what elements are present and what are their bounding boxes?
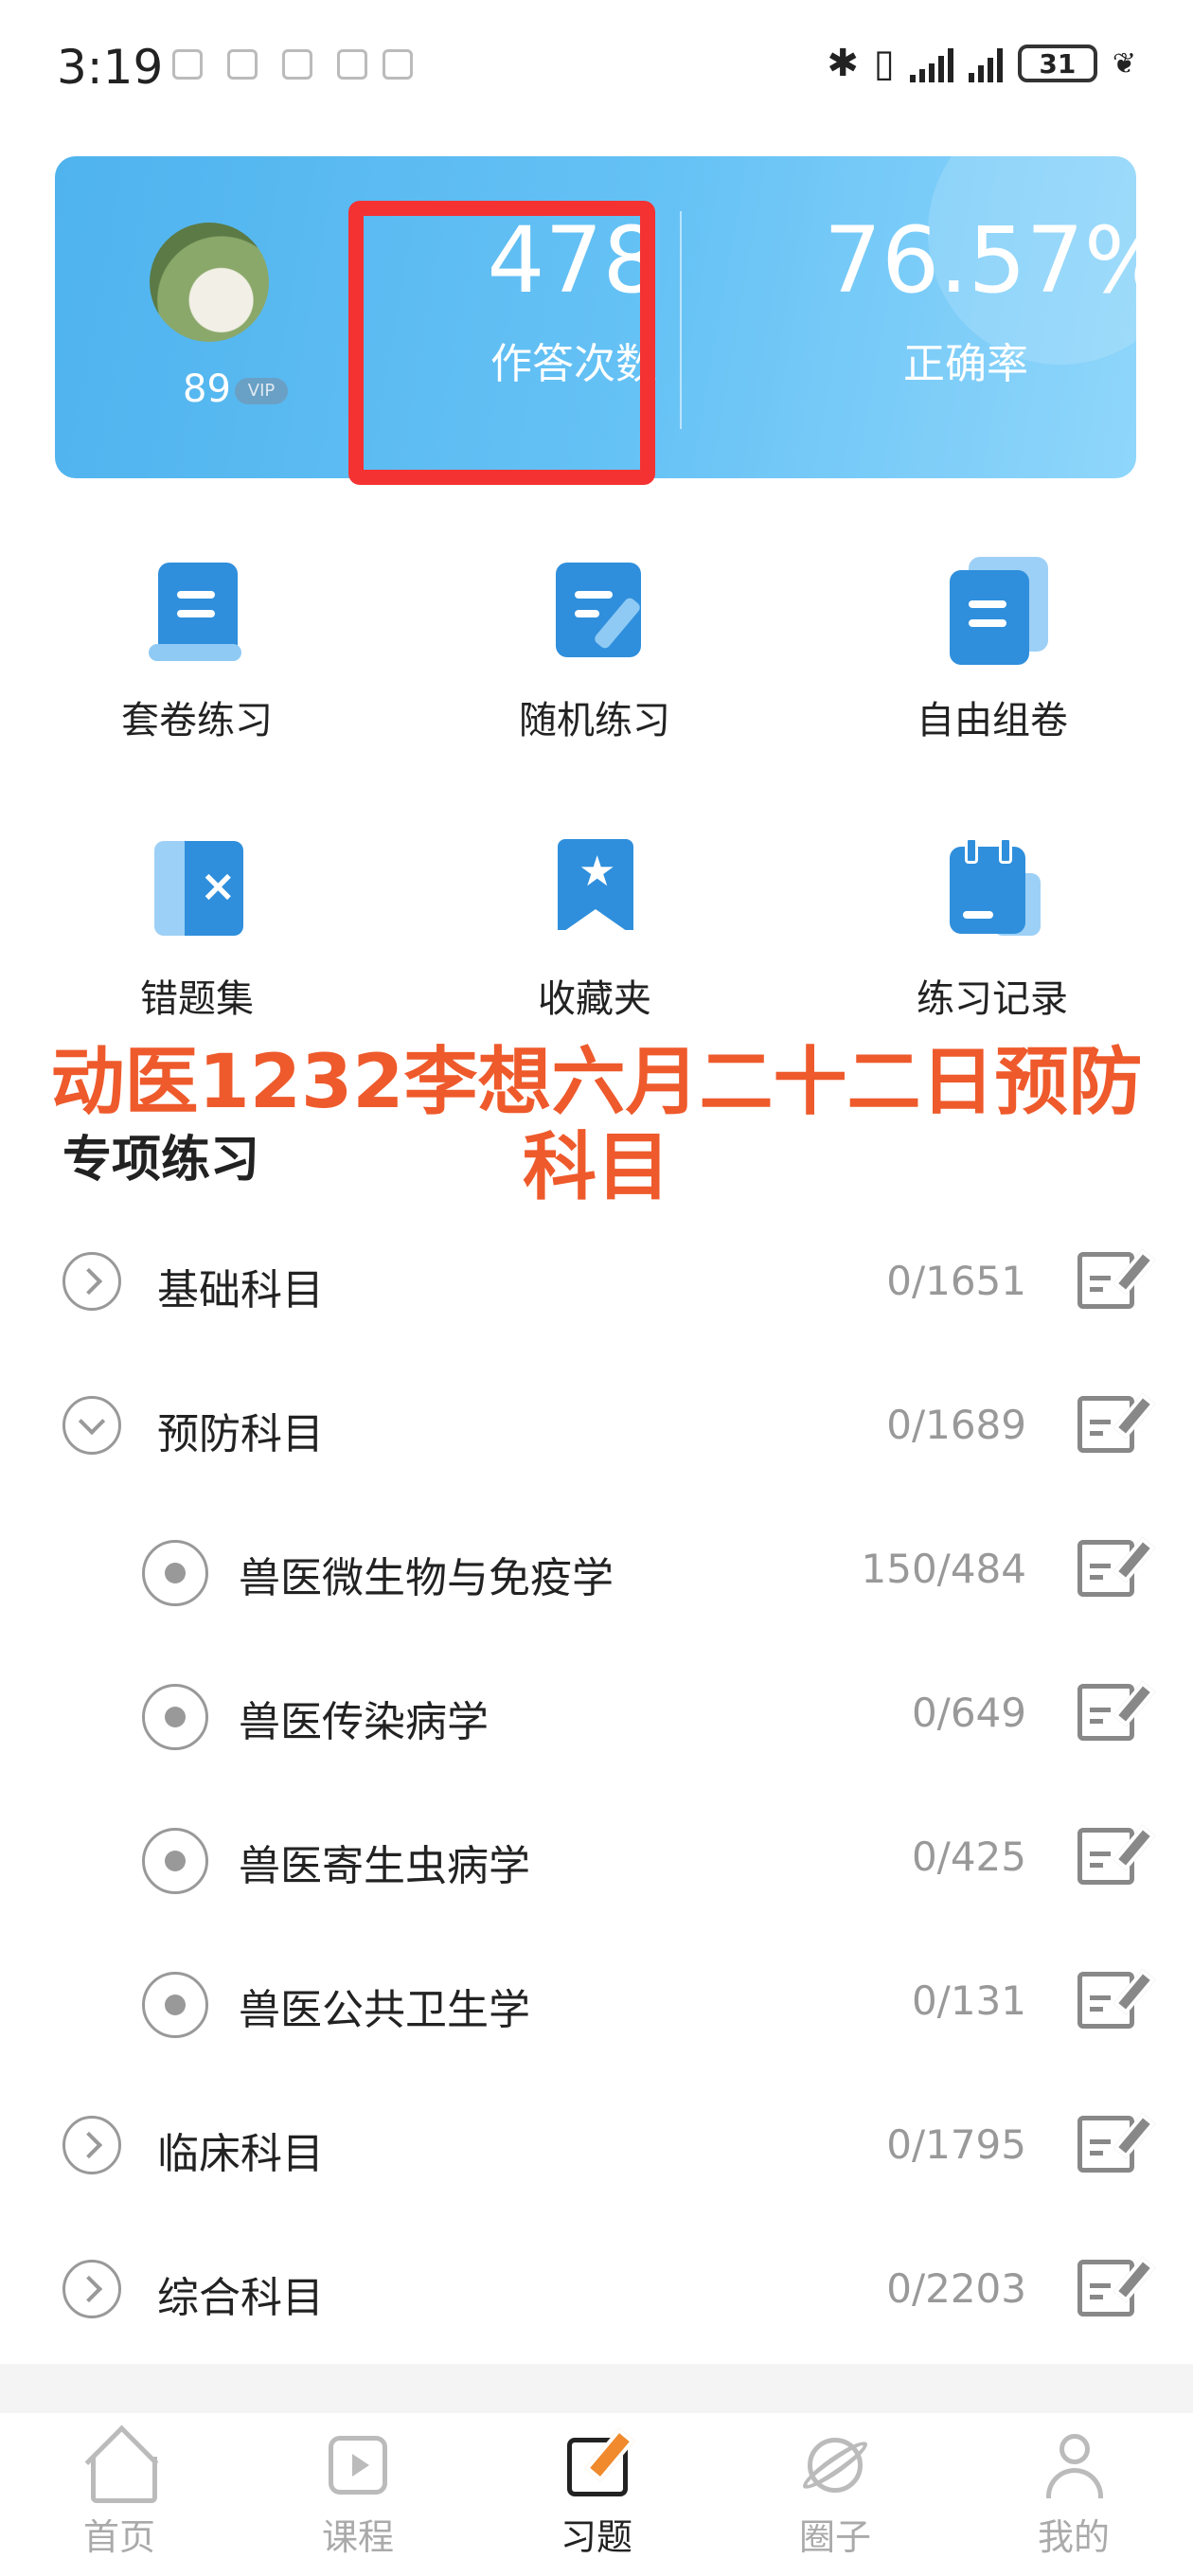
nav-course[interactable]: 课程	[239, 2413, 477, 2576]
subject-count: 0/1795	[886, 2121, 1026, 2168]
star-bookmark-icon: ★	[543, 835, 647, 939]
feature-paper-practice[interactable]: 套卷练习	[55, 557, 339, 744]
avatar[interactable]	[150, 223, 269, 342]
target-icon	[142, 1540, 208, 1606]
nav-circle[interactable]: 圈子	[716, 2413, 954, 2576]
subject-count: 0/131	[911, 1977, 1026, 2024]
target-icon	[142, 1684, 208, 1750]
subject-row-clinical[interactable]: 临床科目 0/1795	[0, 2072, 1193, 2216]
subject-row-prevention[interactable]: 预防科目 0/1689	[0, 1352, 1193, 1496]
edit-icon[interactable]	[1077, 2112, 1156, 2173]
nav-label: 我的	[1037, 2516, 1110, 2558]
subject-label: 综合科目	[157, 2274, 324, 2322]
overlay-annotation-text: 动医1232李想六月二十二日预防科目	[50, 1040, 1143, 1210]
feature-custom-paper[interactable]: 自由组卷	[850, 557, 1134, 744]
subject-label: 兽医公共卫生学	[239, 1986, 530, 2034]
notification-icon	[337, 49, 367, 80]
leaf-icon: ❦	[1112, 46, 1136, 80]
target-icon	[142, 1972, 208, 2038]
nav-label: 习题	[560, 2516, 632, 2558]
nav-label: 圈子	[798, 2516, 871, 2558]
feature-label: 收藏夹	[538, 977, 651, 1021]
feature-random-practice[interactable]: 随机练习	[453, 557, 737, 744]
exercise-edit-icon	[561, 2427, 635, 2500]
battery-level: 31	[1039, 47, 1077, 80]
subject-label: 预防科目	[157, 1410, 324, 1458]
feature-label: 随机练习	[519, 699, 670, 742]
signal-icon	[968, 45, 1003, 82]
user-level: 89	[183, 367, 231, 411]
status-bar: 3:19 ✱ ▯ 31 ❦	[0, 0, 1193, 133]
subject-row-basic[interactable]: 基础科目 0/1651	[0, 1208, 1193, 1352]
notification-icon	[282, 49, 312, 80]
subject-count: 0/649	[911, 1690, 1026, 1736]
signal-icon	[909, 45, 953, 82]
accuracy-stat[interactable]: 76.57% 正确率	[824, 207, 1136, 390]
accuracy-value: 76.57%	[824, 207, 1136, 313]
subject-count: 0/425	[911, 1834, 1026, 1880]
feature-label: 套卷练习	[121, 699, 273, 742]
notification-icon	[227, 49, 258, 80]
stacked-doc-icon	[940, 557, 1048, 665]
target-icon	[142, 1828, 208, 1894]
list-footer-gap	[0, 2364, 1193, 2413]
edit-icon[interactable]	[1077, 1392, 1156, 1453]
feature-label: 错题集	[140, 977, 254, 1021]
accuracy-label: 正确率	[903, 340, 1028, 388]
vip-badge: VIP	[235, 378, 288, 404]
subject-count: 0/1689	[886, 1402, 1026, 1448]
chevron-down-icon[interactable]	[62, 1396, 121, 1455]
status-time: 3:19	[57, 40, 164, 95]
subject-row-microbiology[interactable]: 兽医微生物与免疫学 150/484	[0, 1496, 1193, 1640]
subject-count: 0/1651	[886, 1258, 1026, 1304]
feature-practice-record[interactable]: 练习记录	[850, 835, 1134, 1023]
subject-label: 基础科目	[157, 1266, 324, 1315]
feature-wrong-questions[interactable]: × 错题集	[55, 835, 339, 1023]
planet-icon	[798, 2430, 872, 2500]
subject-row-public-health[interactable]: 兽医公共卫生学 0/131	[0, 1928, 1193, 2072]
user-icon	[1039, 2430, 1109, 2500]
wrong-notebook-icon: ×	[145, 835, 249, 939]
edit-icon[interactable]	[1077, 1680, 1156, 1741]
subject-row-parasitology[interactable]: 兽医寄生虫病学 0/425	[0, 1784, 1193, 1928]
subject-count: 150/484	[861, 1546, 1026, 1592]
subject-row-infectious[interactable]: 兽医传染病学 0/649	[0, 1640, 1193, 1784]
nav-label: 课程	[321, 2516, 394, 2558]
notification-icon	[172, 49, 203, 80]
edit-icon[interactable]	[1077, 1824, 1156, 1885]
bottom-nav: 首页 课程 习题 圈子 我的	[0, 2413, 1193, 2576]
nfc-icon	[383, 49, 413, 80]
subject-label: 兽医传染病学	[239, 1698, 489, 1746]
nav-mine[interactable]: 我的	[954, 2413, 1193, 2576]
course-play-icon	[323, 2430, 393, 2500]
nav-label: 首页	[82, 2516, 155, 2558]
edit-doc-icon	[543, 557, 647, 661]
subject-count: 0/2203	[886, 2265, 1026, 2312]
edit-icon[interactable]	[1077, 2256, 1156, 2317]
chevron-right-icon[interactable]	[62, 1252, 121, 1311]
subject-label: 兽医微生物与免疫学	[239, 1554, 614, 1602]
nav-home[interactable]: 首页	[0, 2413, 239, 2576]
edit-icon[interactable]	[1077, 1968, 1156, 2029]
chevron-right-icon[interactable]	[62, 2260, 121, 2318]
feature-favorites[interactable]: ★ 收藏夹	[453, 835, 737, 1023]
stat-divider	[680, 211, 682, 429]
edit-icon[interactable]	[1077, 1248, 1156, 1309]
battery-icon: 31	[1017, 45, 1097, 82]
bluetooth-icon: ✱	[827, 42, 859, 85]
subject-label: 兽医寄生虫病学	[239, 1842, 530, 1890]
highlight-annotation-box	[348, 201, 655, 485]
scroll-doc-icon	[145, 557, 249, 661]
feature-label: 自由组卷	[917, 699, 1068, 742]
calendar-record-icon	[940, 835, 1044, 939]
edit-icon[interactable]	[1077, 1536, 1156, 1597]
feature-label: 练习记录	[917, 977, 1068, 1021]
home-icon	[84, 2424, 159, 2503]
subject-label: 临床科目	[157, 2130, 324, 2178]
nav-exercise[interactable]: 习题	[477, 2413, 716, 2576]
chevron-right-icon[interactable]	[62, 2116, 121, 2174]
subject-row-comprehensive[interactable]: 综合科目 0/2203	[0, 2216, 1193, 2360]
vibrate-icon: ▯	[873, 42, 895, 85]
